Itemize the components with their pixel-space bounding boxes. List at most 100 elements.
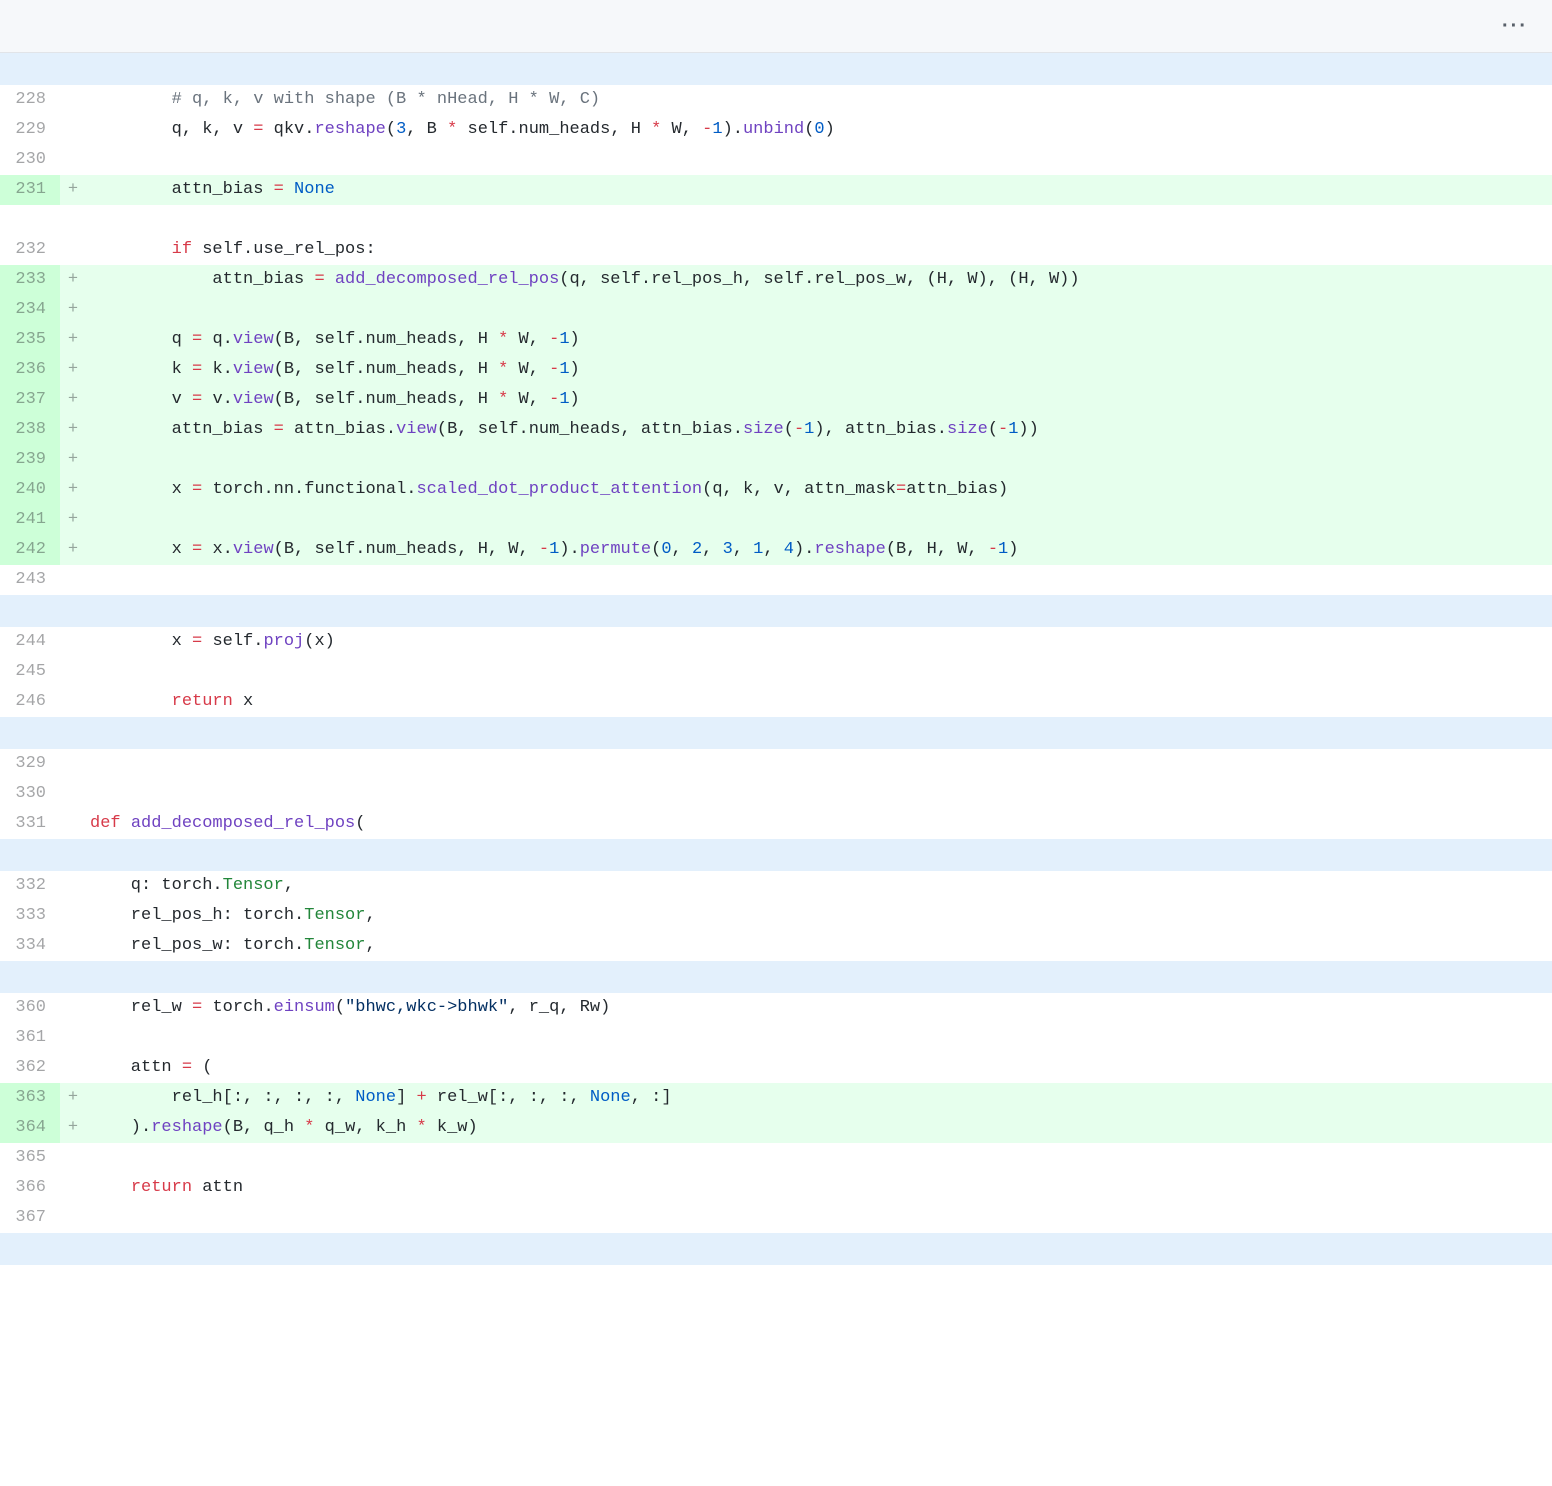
diff-line: 242+ x = x.view(B, self.num_heads, H, W,… (0, 535, 1552, 565)
diff-line: 243 (0, 565, 1552, 595)
line-code (86, 59, 1552, 79)
diff-line: 228 # q, k, v with shape (B * nHead, H *… (0, 85, 1552, 115)
line-number: 365 (0, 1143, 60, 1173)
diff-line: 329 (0, 749, 1552, 779)
line-code (86, 1143, 1552, 1173)
line-number: 231 (0, 175, 60, 205)
line-number: 245 (0, 657, 60, 687)
line-marker (60, 931, 86, 961)
line-marker (60, 145, 86, 175)
hunk-header (0, 717, 1552, 749)
line-number (0, 967, 60, 987)
blank-separator (0, 205, 1552, 235)
line-marker (60, 901, 86, 931)
line-number: 364 (0, 1113, 60, 1143)
line-number: 332 (0, 871, 60, 901)
diff-line: 238+ attn_bias = attn_bias.view(B, self.… (0, 415, 1552, 445)
more-options-button[interactable]: ··· (1494, 12, 1536, 40)
line-code: rel_h[:, :, :, :, None] + rel_w[:, :, :,… (86, 1083, 1552, 1113)
line-code (86, 601, 1552, 621)
diff-line: 239+ (0, 445, 1552, 475)
line-code: v = v.view(B, self.num_heads, H * W, -1) (86, 385, 1552, 415)
line-marker (60, 749, 86, 779)
line-marker (60, 809, 86, 839)
diff-line: 245 (0, 657, 1552, 687)
line-marker: + (60, 385, 86, 415)
line-marker (60, 59, 86, 79)
line-number: 361 (0, 1023, 60, 1053)
line-number: 330 (0, 779, 60, 809)
line-code (86, 779, 1552, 809)
line-marker (60, 1143, 86, 1173)
line-number: 363 (0, 1083, 60, 1113)
line-code: x = self.proj(x) (86, 627, 1552, 657)
line-code (86, 565, 1552, 595)
line-number: 334 (0, 931, 60, 961)
line-number: 239 (0, 445, 60, 475)
line-code (86, 445, 1552, 475)
line-number (0, 723, 60, 743)
line-marker: + (60, 505, 86, 535)
line-marker: + (60, 175, 86, 205)
line-code: x = x.view(B, self.num_heads, H, W, -1).… (86, 535, 1552, 565)
line-marker: + (60, 535, 86, 565)
line-number (0, 601, 60, 621)
diff-line: 330 (0, 779, 1552, 809)
diff-line: 240+ x = torch.nn.functional.scaled_dot_… (0, 475, 1552, 505)
hunk-header (0, 839, 1552, 871)
line-marker (60, 723, 86, 743)
diff-line: 331 def add_decomposed_rel_pos( (0, 809, 1552, 839)
line-marker: + (60, 325, 86, 355)
diff-line: 333 rel_pos_h: torch.Tensor, (0, 901, 1552, 931)
line-number: 234 (0, 295, 60, 325)
line-code (86, 657, 1552, 687)
line-number: 229 (0, 115, 60, 145)
line-marker (60, 85, 86, 115)
line-number: 232 (0, 235, 60, 265)
line-marker (60, 627, 86, 657)
diff-header: ··· (0, 0, 1552, 53)
line-marker: + (60, 445, 86, 475)
line-marker (60, 845, 86, 865)
line-code: rel_pos_h: torch.Tensor, (86, 901, 1552, 931)
line-marker (60, 565, 86, 595)
diff-line: 232 if self.use_rel_pos: (0, 235, 1552, 265)
line-code: attn = ( (86, 1053, 1552, 1083)
diff-line: 364+ ).reshape(B, q_h * q_w, k_h * k_w) (0, 1113, 1552, 1143)
diff-line: 363+ rel_h[:, :, :, :, None] + rel_w[:, … (0, 1083, 1552, 1113)
line-number (0, 1239, 60, 1259)
line-code: q, k, v = qkv.reshape(3, B * self.num_he… (86, 115, 1552, 145)
line-number: 360 (0, 993, 60, 1023)
line-code (86, 1239, 1552, 1259)
line-marker (60, 601, 86, 621)
line-code (86, 505, 1552, 535)
line-code: rel_pos_w: torch.Tensor, (86, 931, 1552, 961)
line-number: 238 (0, 415, 60, 445)
line-marker (60, 235, 86, 265)
line-marker (60, 1023, 86, 1053)
line-code: attn_bias = None (86, 175, 1552, 205)
line-code (86, 1023, 1552, 1053)
line-number: 244 (0, 627, 60, 657)
line-marker (60, 1173, 86, 1203)
diff-line: 231+ attn_bias = None (0, 175, 1552, 205)
line-marker (60, 1239, 86, 1259)
line-marker: + (60, 355, 86, 385)
diff-line: 237+ v = v.view(B, self.num_heads, H * W… (0, 385, 1552, 415)
line-code: return x (86, 687, 1552, 717)
line-number: 367 (0, 1203, 60, 1233)
line-marker: + (60, 475, 86, 505)
line-number: 237 (0, 385, 60, 415)
diff-line: 366 return attn (0, 1173, 1552, 1203)
hunk-header (0, 961, 1552, 993)
diff-line: 233+ attn_bias = add_decomposed_rel_pos(… (0, 265, 1552, 295)
line-number: 233 (0, 265, 60, 295)
line-number: 331 (0, 809, 60, 839)
line-code (86, 723, 1552, 743)
diff-line: 334 rel_pos_w: torch.Tensor, (0, 931, 1552, 961)
line-number: 241 (0, 505, 60, 535)
line-marker: + (60, 265, 86, 295)
line-marker (60, 779, 86, 809)
line-code: attn_bias = add_decomposed_rel_pos(q, se… (86, 265, 1552, 295)
line-code: def add_decomposed_rel_pos( (86, 809, 1552, 839)
